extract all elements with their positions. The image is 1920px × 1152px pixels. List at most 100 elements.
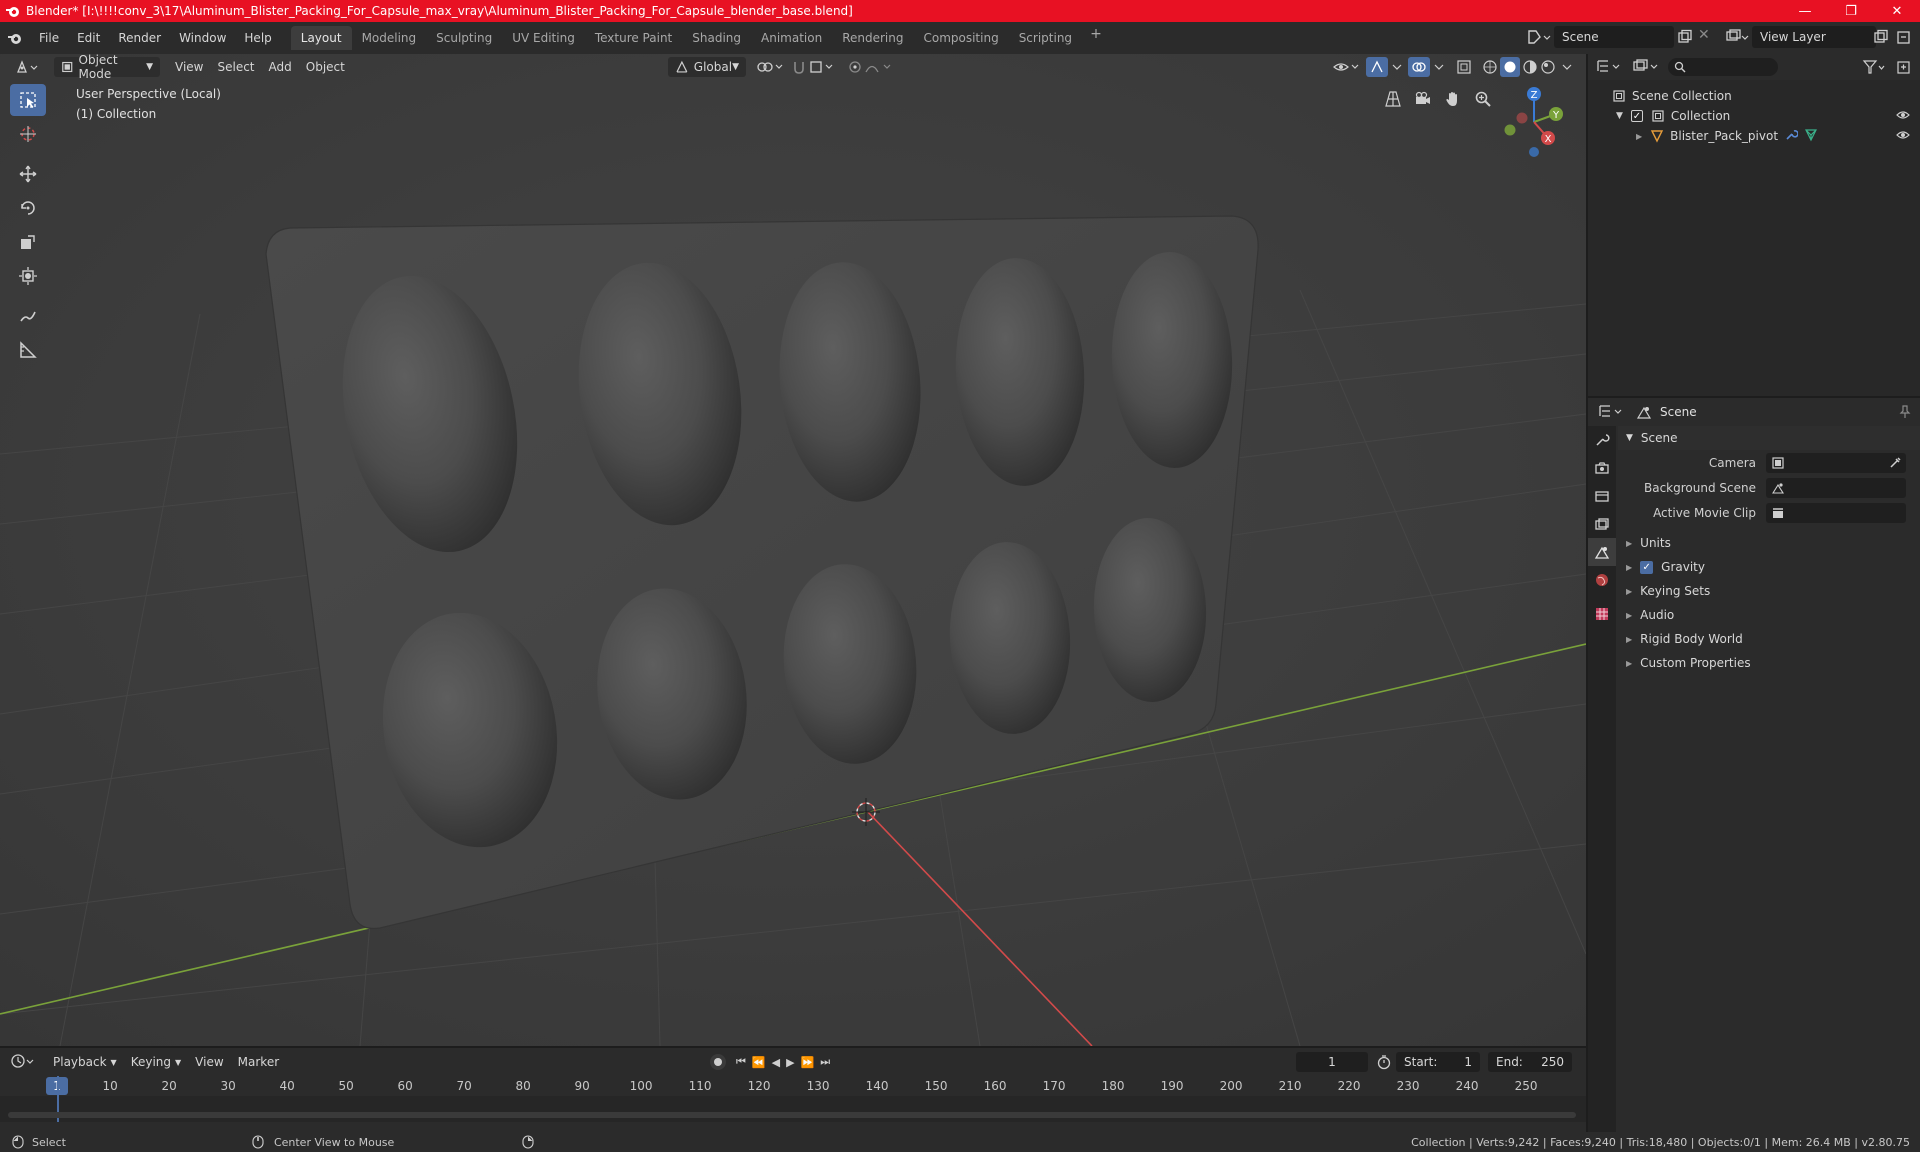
tab-scripting[interactable]: Scripting [1009, 26, 1082, 50]
timeline-view-menu[interactable]: View [188, 1052, 230, 1072]
outliner-row-scene-collection[interactable]: Scene Collection [1588, 86, 1920, 106]
custom-properties-subpanel[interactable]: ▶ Custom Properties [1618, 651, 1920, 675]
tab-modeling[interactable]: Modeling [352, 26, 427, 50]
maximize-icon[interactable]: ❐ [1828, 0, 1874, 22]
outliner-row-collection[interactable]: ▼ ✓ Collection [1588, 106, 1920, 126]
texture-tab-icon[interactable] [1588, 600, 1616, 628]
eye-visibility-icon[interactable] [1896, 129, 1910, 144]
overlays-dropdown-icon[interactable] [1432, 59, 1446, 78]
scene-panel-header[interactable]: ▼ Scene [1618, 426, 1920, 450]
pan-view-hand-icon[interactable] [1440, 86, 1466, 112]
record-button[interactable] [710, 1054, 726, 1070]
outliner-row-object[interactable]: ▶ Blister_Pack_pivot [1588, 126, 1920, 146]
3d-viewport[interactable]: Object Mode ▼ View Select Add Object Glo… [0, 54, 1586, 1046]
menu-file[interactable]: File [30, 31, 68, 45]
timeline-scrollbar[interactable] [8, 1112, 1576, 1118]
view-layer-selector[interactable]: View Layer [1752, 26, 1876, 48]
expand-arrow-icon[interactable]: ▼ [1616, 111, 1623, 121]
exclude-checkbox[interactable]: ✓ [1630, 110, 1643, 122]
tab-sculpting[interactable]: Sculpting [426, 26, 502, 50]
jump-keyframe-forward-icon[interactable]: ⏩ [801, 1056, 815, 1069]
view-layer-tab-icon[interactable] [1588, 510, 1616, 538]
gizmo-toggle-icon[interactable] [1366, 57, 1388, 77]
timeline-marker-menu[interactable]: Marker [231, 1052, 286, 1072]
menu-render[interactable]: Render [109, 31, 170, 45]
rigid-body-world-subpanel[interactable]: ▶ Rigid Body World [1618, 627, 1920, 651]
transform-tool-icon[interactable] [10, 260, 46, 292]
pin-icon[interactable] [1898, 404, 1912, 423]
keying-sets-subpanel[interactable]: ▶ Keying Sets [1618, 579, 1920, 603]
close-icon[interactable]: ✕ [1874, 0, 1920, 22]
view-layer-browse-icon[interactable] [1724, 27, 1750, 50]
gizmo-dropdown-icon[interactable] [1390, 59, 1404, 78]
xray-toggle-icon[interactable] [1456, 59, 1472, 78]
editor-type-icon[interactable] [8, 57, 48, 77]
active-movie-clip-field[interactable] [1766, 502, 1906, 523]
tab-texture-paint[interactable]: Texture Paint [585, 26, 682, 50]
output-tab-icon[interactable] [1588, 482, 1616, 510]
world-tab-icon[interactable] [1588, 566, 1616, 594]
jump-keyframe-back-icon[interactable]: ⏪ [752, 1056, 766, 1069]
filter-icon[interactable] [1862, 59, 1886, 78]
background-scene-field[interactable] [1766, 477, 1906, 498]
overlays-toggle-icon[interactable] [1408, 57, 1430, 77]
units-subpanel[interactable]: ▶ Units [1618, 531, 1920, 555]
outliner-editor-type-icon[interactable] [1596, 58, 1624, 77]
move-tool-icon[interactable] [10, 158, 46, 190]
viewport-menu-object[interactable]: Object [299, 57, 352, 77]
add-workspace-button[interactable]: + [1082, 26, 1110, 50]
remove-view-layer-icon[interactable] [1896, 29, 1912, 48]
camera-field[interactable] [1766, 452, 1906, 473]
properties-editor-type-icon[interactable] [1598, 403, 1626, 422]
eye-visibility-icon[interactable] [1896, 109, 1910, 124]
new-view-layer-icon[interactable] [1873, 29, 1889, 48]
timeline-track-area[interactable] [0, 1076, 1586, 1122]
shading-dropdown-icon[interactable] [1560, 59, 1574, 78]
timeline-editor-type-icon[interactable] [10, 1053, 38, 1072]
selectability-visibility-icon[interactable] [1332, 59, 1362, 78]
zoom-view-icon[interactable] [1470, 86, 1496, 112]
gravity-subpanel[interactable]: ▶ ✓ Gravity [1618, 555, 1920, 579]
menu-help[interactable]: Help [235, 31, 280, 45]
viewport-menu-view[interactable]: View [168, 57, 210, 77]
blender-menu-icon[interactable] [0, 31, 30, 45]
select-box-tool-icon[interactable] [10, 84, 46, 116]
render-tab-icon[interactable] [1588, 454, 1616, 482]
mesh-data-icon[interactable] [1804, 128, 1818, 145]
pivot-point-icon[interactable] [756, 59, 786, 78]
shading-wireframe-icon[interactable] [1482, 59, 1498, 78]
new-scene-icon[interactable] [1677, 29, 1693, 48]
end-frame-field[interactable]: End: 250 [1488, 1052, 1572, 1072]
tab-uv-editing[interactable]: UV Editing [502, 26, 585, 50]
camera-view-icon[interactable] [1410, 86, 1436, 112]
expand-arrow-icon[interactable]: ▶ [1636, 132, 1642, 141]
current-frame-field[interactable]: 1 [1296, 1052, 1368, 1072]
mode-selector[interactable]: Object Mode ▼ [54, 54, 160, 81]
navigation-gizmo[interactable]: Z Y X [1494, 82, 1574, 166]
scene-tab-icon[interactable] [1588, 538, 1616, 566]
cursor-tool-icon[interactable] [10, 118, 46, 150]
new-collection-icon[interactable] [1896, 59, 1912, 78]
modifier-wrench-icon[interactable] [1784, 128, 1799, 145]
tab-shading[interactable]: Shading [682, 26, 751, 50]
tab-compositing[interactable]: Compositing [913, 26, 1008, 50]
eyedropper-icon[interactable] [1888, 456, 1902, 470]
proportional-editing-icon[interactable] [848, 59, 896, 78]
minimize-icon[interactable]: — [1782, 0, 1828, 22]
stopwatch-icon[interactable] [1376, 1054, 1392, 1073]
viewport-menu-add[interactable]: Add [262, 57, 299, 77]
annotate-tool-icon[interactable] [10, 300, 46, 332]
shading-material-icon[interactable] [1522, 59, 1538, 78]
scene-selector[interactable]: Scene [1554, 26, 1674, 48]
timeline-playback-menu[interactable]: Playback ▼ [46, 1052, 124, 1072]
delete-scene-icon[interactable]: ✕ [1698, 27, 1710, 43]
menu-edit[interactable]: Edit [68, 31, 109, 45]
start-frame-field[interactable]: Start: 1 [1396, 1052, 1480, 1072]
viewport-menu-select[interactable]: Select [210, 57, 261, 77]
jump-end-icon[interactable]: ⏭ [820, 1055, 830, 1069]
gravity-checkbox[interactable]: ✓ [1640, 560, 1654, 574]
outliner-search-input[interactable] [1668, 58, 1778, 76]
play-reverse-icon[interactable]: ◀ [772, 1056, 780, 1069]
toggle-grid-view-icon[interactable] [1380, 86, 1406, 112]
scene-browse-icon[interactable] [1526, 27, 1552, 50]
